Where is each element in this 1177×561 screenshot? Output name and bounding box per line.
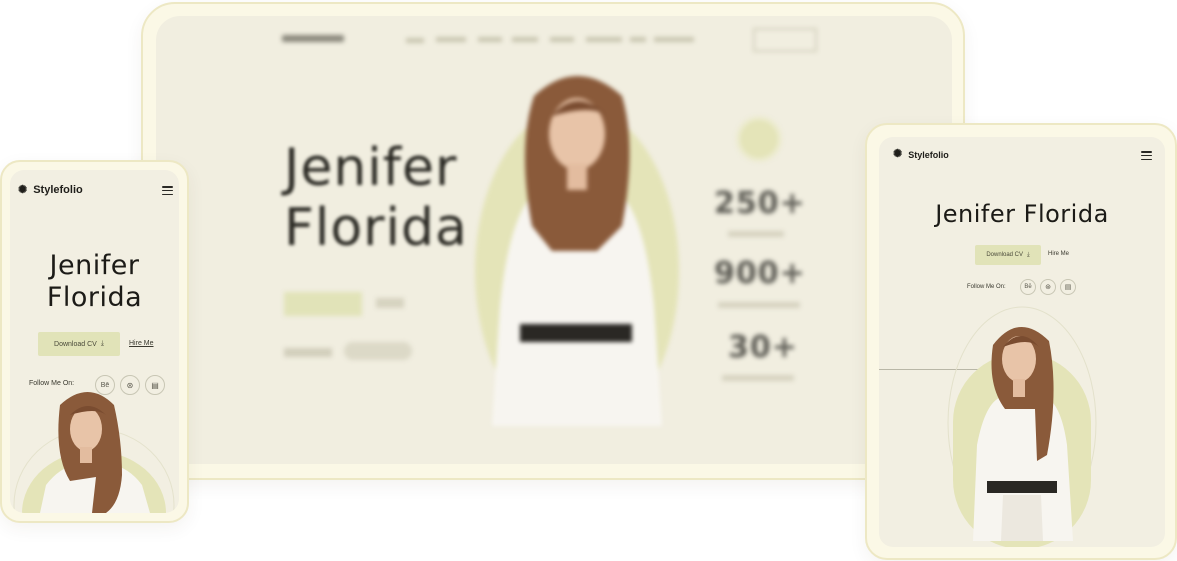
desktop-logo	[282, 35, 344, 42]
desktop-nav-item[interactable]	[654, 37, 694, 42]
mobile-download-cv-button[interactable]: Download CV ⤓	[38, 332, 120, 356]
desktop-stat-label	[722, 375, 794, 381]
mobile-portrait	[10, 385, 179, 513]
desktop-badge-icon	[736, 116, 782, 162]
desktop-nav-item[interactable]	[630, 37, 646, 42]
desktop-stat-value: 30+	[728, 330, 798, 365]
desktop-contact-button[interactable]	[753, 28, 817, 52]
desktop-nav-item[interactable]	[512, 37, 538, 42]
desktop-stat-value: 250+	[714, 186, 806, 221]
tablet-brand[interactable]: ✺ Stylefolio	[893, 149, 949, 160]
sun-logo-icon: ✺	[893, 148, 903, 160]
tablet-follow-label: Follow Me On:	[967, 284, 1006, 290]
tablet-hire-me-link[interactable]: Hire Me	[1048, 251, 1069, 257]
desktop-nav-item[interactable]	[478, 37, 502, 42]
portfolio-icon[interactable]: ▤	[1060, 279, 1076, 295]
tablet-screen: ✺ Stylefolio Jenifer Florida Download CV…	[879, 137, 1165, 547]
hamburger-menu-icon[interactable]	[162, 186, 173, 195]
desktop-social-icons[interactable]	[344, 342, 412, 360]
desktop-screen: Jenifer Florida 250+ 900+ 30+	[156, 16, 952, 464]
behance-icon[interactable]: Bē	[1020, 279, 1036, 295]
tablet-portrait	[947, 305, 1097, 547]
desktop-mockup: Jenifer Florida 250+ 900+ 30+	[141, 2, 965, 480]
desktop-nav-item[interactable]	[586, 37, 622, 42]
tablet-mockup: ✺ Stylefolio Jenifer Florida Download CV…	[865, 123, 1177, 560]
download-icon: ⤓	[1027, 251, 1030, 258]
desktop-follow-label	[284, 348, 332, 357]
sun-logo-icon: ✺	[18, 183, 28, 196]
mobile-mockup: ✺ Stylefolio Jenifer Florida Download CV…	[0, 160, 189, 523]
desktop-nav-item[interactable]	[436, 37, 466, 42]
desktop-stat-value: 900+	[714, 256, 806, 291]
tablet-download-cv-button[interactable]: Download CV ⤓	[975, 245, 1041, 265]
tablet-brand-label: Stylefolio	[908, 149, 949, 160]
mobile-brand-label: Stylefolio	[33, 184, 83, 196]
mobile-hero-name: Jenifer Florida	[46, 250, 143, 313]
desktop-stat-label	[728, 231, 784, 237]
tablet-hero-name: Jenifer Florida	[935, 200, 1109, 228]
desktop-download-button[interactable]	[284, 292, 362, 316]
hamburger-menu-icon[interactable]	[1141, 151, 1152, 160]
dribbble-icon[interactable]: ⊛	[1040, 279, 1056, 295]
mobile-brand[interactable]: ✺ Stylefolio	[18, 184, 83, 196]
mobile-hire-me-link[interactable]: Hire Me	[129, 340, 154, 347]
desktop-hero-name: Jenifer Florida	[284, 138, 468, 258]
desktop-hire-link[interactable]	[376, 298, 404, 308]
desktop-nav-item[interactable]	[406, 38, 424, 43]
download-icon: ⤓	[100, 340, 104, 347]
mobile-screen: ✺ Stylefolio Jenifer Florida Download CV…	[10, 170, 179, 513]
download-cv-label: Download CV	[54, 340, 97, 348]
desktop-stat-label	[718, 302, 800, 308]
desktop-portrait	[472, 56, 682, 426]
download-cv-label: Download CV	[986, 252, 1024, 258]
desktop-nav-item[interactable]	[550, 37, 574, 42]
